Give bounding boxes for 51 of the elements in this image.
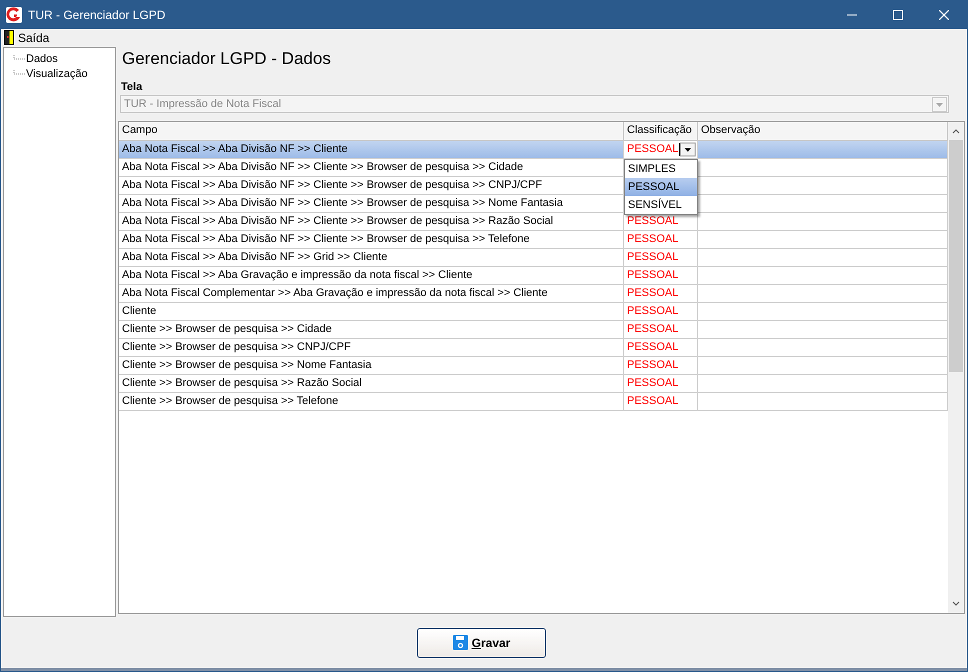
table-row[interactable]: Cliente >> Browser de pesquisa >> CNPJ/CPF PESSOAL	[119, 339, 948, 357]
scrollbar-drawing[interactable]	[948, 122, 964, 613]
table-row[interactable]: Cliente >> Browser de pesquisa >> Nome Fantasia PESSOAL	[119, 357, 948, 375]
tree-connector-icon	[13, 54, 25, 62]
table-cell: Aba Nota Fiscal >> Aba Divisão NF >> Grid >> Cliente	[119, 249, 624, 266]
table-row[interactable]: Cliente PESSOAL	[119, 303, 948, 321]
maximize-icon[interactable]	[893, 10, 903, 20]
table-cell: Aba Nota Fiscal Complementar >> Aba Gravação e impressão da nota fiscal >> Cliente	[119, 285, 624, 302]
page-heading: Gerenciador LGPD - Dados	[122, 48, 332, 70]
classification-editor[interactable]: PESSOAL	[624, 141, 698, 158]
tree-connector-icon	[13, 70, 25, 78]
table-cell: Cliente >> Browser de pesquisa >> Telefone	[119, 393, 624, 410]
dropdown-option[interactable]: PESSOAL	[625, 178, 697, 196]
table-cell: Aba Nota Fiscal >> Aba Divisão NF >> Cliente >> Browser de pesquisa >> Telefone	[119, 231, 624, 248]
table-row[interactable]: Aba Nota Fiscal >> Aba Divisão NF >> Grid >> Cliente PESSOAL	[119, 249, 948, 267]
table-cell: Cliente >> Browser de pesquisa >> Nome Fantasia	[119, 357, 624, 374]
close-icon[interactable]	[939, 10, 949, 20]
table-cell: PESSOAL	[624, 231, 698, 248]
table-cell: Aba Nota Fiscal >> Aba Gravação e impressão da nota fiscal >> Cliente	[119, 267, 624, 284]
table-cell: Cliente >> Browser de pesquisa >> CNPJ/CPF	[119, 339, 624, 356]
save-button[interactable]: Gravar	[417, 628, 546, 658]
exit-menu-item[interactable]: Saída	[1, 30, 52, 45]
table-cell: PESSOAL	[624, 375, 698, 392]
table-row[interactable]: Aba Nota Fiscal Complementar >> Aba Gravação e impressão da nota fiscal >> Cliente PESSOAL	[119, 285, 948, 303]
field-label: Tela	[121, 81, 144, 93]
dropdown-option[interactable]: SIMPLES	[625, 160, 697, 178]
table-cell: PESSOAL	[624, 285, 698, 302]
table-row[interactable]: Aba Nota Fiscal >> Aba Divisão NF >> Cliente PESSOAL	[119, 141, 948, 159]
window-title: TUR - Gerenciador LGPD	[28, 8, 166, 22]
table-cell: PESSOAL	[624, 303, 698, 320]
table-cell: PESSOAL	[624, 249, 698, 266]
table-cell: PESSOAL	[624, 393, 698, 410]
table-cell: Cliente >> Browser de pesquisa >> Cidade	[119, 321, 624, 338]
table-row[interactable]: Cliente >> Browser de pesquisa >> Cidade PESSOAL	[119, 321, 948, 339]
table-row[interactable]: Cliente >> Browser de pesquisa >> Razão Social PESSOAL	[119, 375, 948, 393]
table-cell: PESSOAL	[624, 267, 698, 284]
tree-item[interactable]: Visualização	[26, 68, 88, 80]
column-header[interactable]: Campo	[119, 122, 624, 140]
table-cell: Cliente >> Browser de pesquisa >> Razão Social	[119, 375, 624, 392]
table-cell: PESSOAL	[624, 339, 698, 356]
table-row[interactable]: Aba Nota Fiscal >> Aba Divisão NF >> Cliente >> Browser de pesquisa >> Telefone PESSOAL	[119, 231, 948, 249]
table-row[interactable]: Aba Nota Fiscal >> Aba Gravação e impressão da nota fiscal >> Cliente PESSOAL	[119, 267, 948, 285]
table-row[interactable]: Cliente >> Browser de pesquisa >> Telefone PESSOAL	[119, 393, 948, 411]
column-header[interactable]: Classificação	[624, 122, 698, 140]
dropdown-option[interactable]: SENSÍVEL	[625, 196, 697, 214]
table-cell: Cliente	[119, 303, 624, 320]
table-cell: PESSOAL	[624, 321, 698, 338]
table-cell: PESSOAL	[624, 357, 698, 374]
door-icon	[4, 30, 14, 45]
app-logo-icon	[6, 6, 22, 22]
tree-item[interactable]: Dados	[26, 52, 58, 64]
